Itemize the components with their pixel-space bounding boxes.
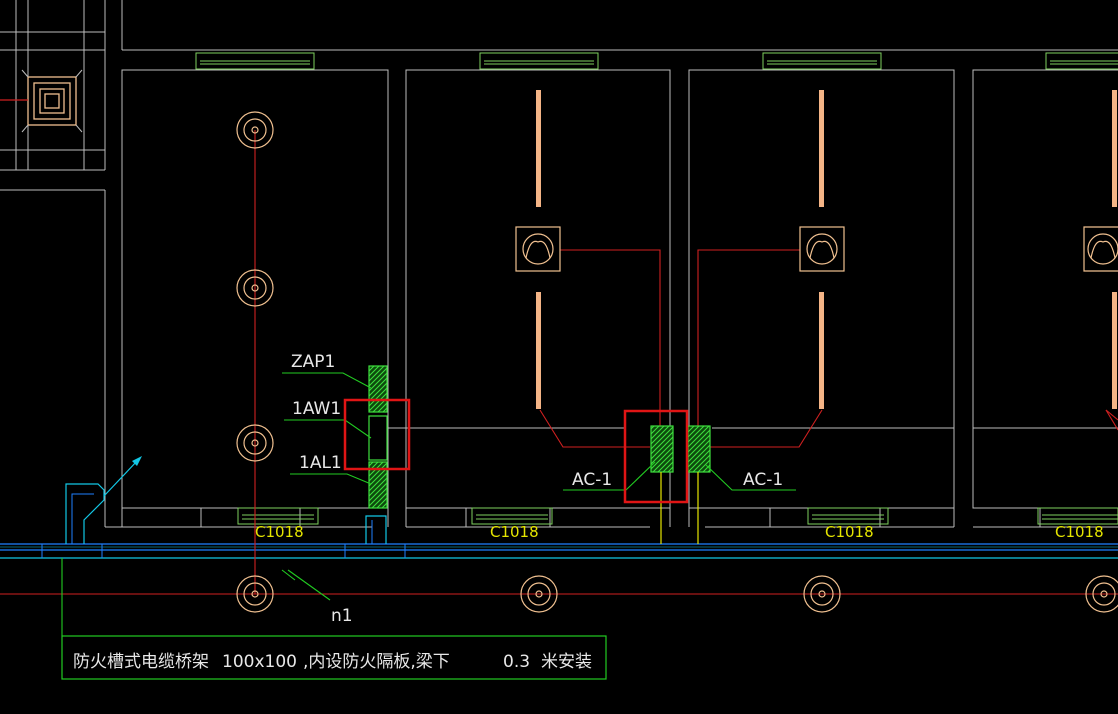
label-1al1: 1AL1	[299, 453, 342, 473]
tube-lamp-icon	[819, 90, 824, 207]
panel-ac-left	[650, 425, 674, 473]
label-1aw1: 1AW1	[292, 399, 341, 419]
window-label: C1018	[1055, 523, 1104, 541]
tube-lamp-icon	[1112, 90, 1117, 207]
label-zap1: ZAP1	[291, 352, 335, 372]
tube-lamp-icon	[536, 90, 541, 207]
note-value: 0.3	[503, 652, 530, 672]
top-windows	[195, 52, 1118, 70]
label-ac-right: AC-1	[743, 470, 783, 490]
tube-lamp-icon	[1112, 292, 1117, 409]
ac-fan-icon	[515, 226, 561, 272]
ac-fan-icon	[799, 226, 845, 272]
exhaust-fan-icon	[0, 69, 83, 133]
tube-lamp-icon	[536, 292, 541, 409]
window-label: C1018	[490, 523, 539, 541]
cad-drawing: ZAP1 1AW1 1AL1 AC-1 AC-1 n1 C1018 C1018 …	[0, 0, 1118, 680]
window-label: C1018	[825, 523, 874, 541]
tube-lamp-icon	[819, 292, 824, 409]
wiring	[0, 130, 1118, 595]
note-desc: ,内设防火隔板,梁下	[303, 652, 450, 672]
ac-fan-icon	[1083, 226, 1118, 272]
note-size: 100x100	[222, 652, 297, 672]
panel-1aw1	[368, 415, 388, 461]
panel-zap1	[368, 365, 388, 413]
ceiling-lights	[236, 111, 1118, 613]
highlight-boxes	[343, 398, 689, 504]
cable-tray	[0, 456, 1118, 559]
label-n1: n1	[331, 606, 353, 626]
wall-lines	[0, 0, 1118, 528]
note-name: 防火槽式电缆桥架	[73, 652, 209, 672]
window-label: C1018	[255, 523, 304, 541]
ac-fan-units	[515, 226, 1118, 272]
label-ac-left: AC-1	[572, 470, 612, 490]
note-unit: 米安装	[541, 652, 592, 672]
